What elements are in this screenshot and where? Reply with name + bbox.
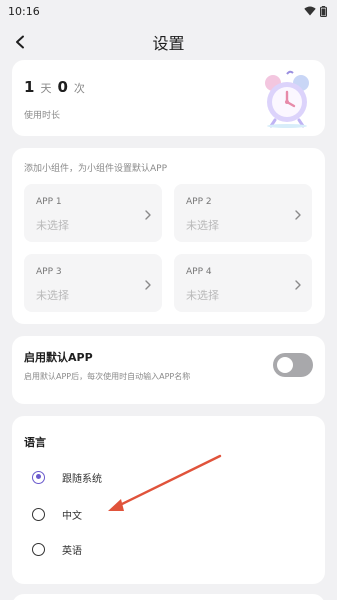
chevron-right-icon [145, 280, 151, 290]
widgets-card: 添加小组件，为小组件设置默认APP APP 1 未选择 APP 2 未选择 AP… [12, 148, 325, 324]
app-slot-4[interactable]: APP 4 未选择 [174, 254, 312, 312]
app-slot-state: 未选择 [186, 219, 219, 232]
app-slot-state: 未选择 [36, 289, 69, 302]
app-slot-2[interactable]: APP 2 未选择 [174, 184, 312, 242]
language-option-label: 英语 [62, 545, 82, 557]
language-option-follow-system[interactable]: 跟随系统 [24, 464, 304, 490]
app-slot-name: APP 2 [186, 197, 212, 207]
alarm-clock-icon [265, 70, 309, 128]
language-card: 语言 跟随系统 中文 英语 [12, 416, 325, 584]
app-slot-state: 未选择 [186, 289, 219, 302]
usage-card: 1 天 0 次 使用时长 [12, 60, 325, 136]
usage-times-unit: 次 [73, 82, 85, 95]
page-title: 设置 [152, 34, 185, 53]
usage-summary: 1 天 0 次 [24, 78, 85, 96]
widgets-hint: 添加小组件，为小组件设置默认APP [24, 164, 168, 174]
default-app-title: 启用默认APP [24, 351, 93, 364]
usage-days-unit: 天 [40, 82, 52, 95]
radio-button[interactable] [32, 507, 45, 521]
default-app-description: 启用默认APP后，每次使用时自动输入APP名称 [24, 372, 191, 381]
header-bar: 设置 [0, 24, 337, 60]
status-bar: 10:16 [0, 0, 337, 22]
status-time: 10:16 [8, 4, 40, 18]
app-slot-3[interactable]: APP 3 未选择 [24, 254, 162, 312]
app-slot-name: APP 4 [186, 267, 212, 277]
wifi-icon [304, 6, 316, 16]
usage-days-value: 1 [24, 78, 35, 96]
radio-button[interactable] [32, 542, 45, 556]
default-app-card: 启用默认APP 启用默认APP后，每次使用时自动输入APP名称 [12, 336, 325, 404]
battery-icon [320, 5, 327, 17]
language-option-chinese[interactable]: 中文 [24, 501, 304, 527]
chevron-right-icon [145, 210, 151, 220]
app-slot-state: 未选择 [36, 219, 69, 232]
chevron-right-icon [295, 210, 301, 220]
language-option-label: 跟随系统 [62, 473, 102, 485]
back-arrow-icon [16, 35, 24, 49]
status-icons [304, 5, 327, 17]
next-card-edge [12, 594, 325, 600]
radio-button-checked[interactable] [32, 470, 45, 484]
language-option-label: 中文 [62, 510, 82, 522]
app-slot-name: APP 1 [36, 197, 62, 207]
usage-caption: 使用时长 [24, 111, 61, 121]
app-slot-name: APP 3 [36, 267, 62, 277]
language-title: 语言 [24, 436, 46, 449]
default-app-toggle[interactable] [273, 353, 313, 377]
app-slot-1[interactable]: APP 1 未选择 [24, 184, 162, 242]
back-button[interactable] [8, 30, 32, 54]
usage-times-value: 0 [57, 78, 68, 96]
chevron-right-icon [295, 280, 301, 290]
language-option-english[interactable]: 英语 [24, 536, 304, 562]
toggle-knob [277, 357, 293, 373]
